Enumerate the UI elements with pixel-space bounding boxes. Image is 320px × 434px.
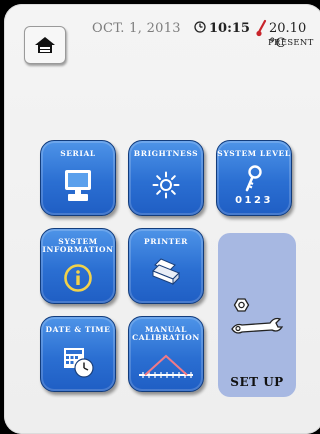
- temperature-label: PRESENT: [268, 38, 314, 48]
- wrench-nut-icon: [231, 298, 284, 334]
- printer-icon: [152, 258, 180, 286]
- key-icon: [245, 165, 262, 192]
- home-button[interactable]: [24, 26, 66, 64]
- serial-button[interactable]: SERIAL: [40, 140, 116, 216]
- access-code: 0123: [235, 195, 273, 206]
- tile-label: PRINTER: [144, 237, 188, 246]
- manual-calibration-button[interactable]: MANUAL CALIBRATION: [128, 316, 204, 392]
- setup-label: SET UP: [230, 375, 284, 389]
- calendar-clock-icon: [64, 348, 94, 378]
- tile-label-line2: CALIBRATION: [132, 333, 200, 342]
- system-information-button[interactable]: SYSTEM INFORMATION: [40, 228, 116, 304]
- tile-label: SERIAL: [60, 149, 96, 158]
- setup-button[interactable]: SET UP: [218, 233, 296, 397]
- thermometer-icon: [256, 19, 267, 37]
- brightness-button[interactable]: BRIGHTNESS: [128, 140, 204, 216]
- system-level-button[interactable]: SYSTEM LEVEL 0123: [216, 140, 292, 216]
- date-time-button[interactable]: DATE & TIME: [40, 316, 116, 392]
- tile-label: SYSTEM INFORMATION: [41, 238, 115, 254]
- sun-icon: [152, 171, 180, 199]
- clock-icon: [194, 21, 206, 33]
- monitor-icon: [65, 170, 91, 201]
- printer-button[interactable]: PRINTER: [128, 228, 204, 304]
- tile-label: DATE & TIME: [45, 325, 111, 334]
- tile-label: SYSTEM LEVEL: [217, 149, 291, 158]
- time-display: 10:15: [209, 21, 250, 36]
- main-panel: OCT. 1, 2013 10:15 20.10 °C PRESENT SERI…: [4, 4, 320, 434]
- calibration-curve-icon: [139, 354, 193, 378]
- tile-label: MANUAL CALIBRATION: [129, 326, 203, 342]
- date-display: OCT. 1, 2013: [92, 21, 181, 36]
- home-icon: [35, 37, 55, 53]
- tile-label: BRIGHTNESS: [133, 149, 199, 158]
- info-icon: [64, 264, 92, 292]
- tile-label-line2: INFORMATION: [42, 245, 114, 254]
